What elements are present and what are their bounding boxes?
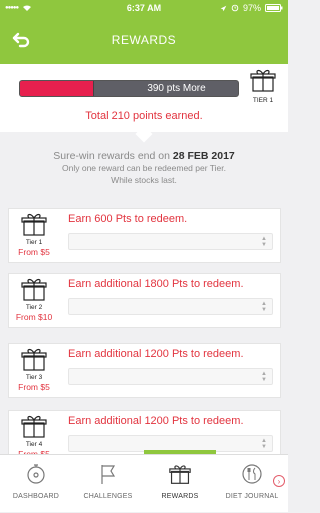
tier-price: From $5	[18, 247, 50, 257]
nav-more-arrow-icon[interactable]: ›	[273, 475, 285, 487]
location-icon	[220, 5, 227, 11]
nav-dashboard[interactable]: DASHBOARD	[0, 455, 72, 513]
stock-note: While stocks last.	[111, 175, 177, 185]
redeem-rule: Only one reward can be redeemed per Tier…	[62, 163, 226, 173]
rewards-info: Sure-win rewards end on 28 FEB 2017 Only…	[0, 144, 288, 186]
tier-icon: Tier 3	[9, 344, 59, 382]
nav-label: DIET JOURNAL	[225, 493, 279, 500]
diet-icon	[242, 464, 262, 484]
signal-icon: ●●●●●	[5, 5, 19, 11]
select-arrows-icon: ▲ ▼	[261, 438, 267, 450]
wifi-icon	[23, 5, 32, 11]
tier-label: Tier 1	[25, 239, 43, 246]
gift-icon	[250, 69, 276, 92]
dashboard-icon	[27, 464, 45, 484]
nav-label: DASHBOARD	[12, 493, 60, 500]
points-progress-bar: 390 pts More	[19, 80, 239, 97]
gift-icon	[169, 465, 191, 484]
status-bar: ●●●●● 6:37 AM 97%	[0, 0, 288, 16]
progress-section: 390 pts More TIER 1 Total 210 points ear…	[0, 64, 288, 132]
gift-icon	[21, 348, 47, 371]
tier-earn-text: Earn additional 1200 Pts to redeem.	[68, 348, 244, 360]
gift-icon	[21, 213, 47, 236]
tier-icon: Tier 4	[9, 411, 59, 449]
end-date-prefix: Sure-win rewards end on	[53, 150, 170, 162]
nav-challenges[interactable]: CHALLENGES	[72, 455, 144, 513]
progress-label: 390 pts More	[147, 83, 206, 94]
tier-card-3[interactable]: Tier 3 From $5 Earn additional 1200 Pts …	[8, 343, 281, 398]
battery-percent: 97%	[242, 3, 261, 13]
tier-reward-select[interactable]: ▲ ▼	[68, 298, 273, 315]
total-points-text: Total 210 points earned.	[85, 110, 203, 122]
tier-reward-select[interactable]: ▲ ▼	[68, 233, 273, 250]
nav-label: REWARDS	[161, 493, 199, 500]
tier-icon: Tier 1	[9, 209, 59, 247]
tier-earn-text: Earn additional 1800 Pts to redeem.	[68, 278, 244, 290]
tier-earn-text: Earn 600 Pts to redeem.	[68, 213, 188, 225]
tier-card-2[interactable]: Tier 2 From $10 Earn additional 1800 Pts…	[8, 273, 281, 328]
tier-price: From $5	[18, 382, 50, 392]
tier-earn-text: Earn additional 1200 Pts to redeem.	[68, 415, 244, 427]
gift-icon	[21, 415, 47, 438]
end-date: 28 FEB 2017	[172, 150, 235, 162]
tier-label: Tier 4	[25, 441, 43, 448]
tier-price: From $10	[15, 312, 53, 322]
next-tier-label: TIER 1	[252, 97, 274, 104]
alarm-icon	[231, 4, 239, 12]
end-date-line: Sure-win rewards end on 28 FEB 2017	[0, 150, 288, 162]
bottom-nav: DASHBOARD CHALLENGES REWARDS DIET JOURNA…	[0, 454, 288, 512]
select-arrows-icon: ▲ ▼	[261, 301, 267, 313]
nav-label: CHALLENGES	[83, 493, 133, 500]
next-tier-gift: TIER 1	[248, 68, 278, 104]
back-button[interactable]	[10, 28, 34, 52]
tier-icon: Tier 2	[9, 274, 59, 312]
tier-reward-select[interactable]: ▲ ▼	[68, 368, 273, 385]
select-arrows-icon: ▲ ▼	[261, 371, 267, 383]
select-arrows-icon: ▲ ▼	[261, 236, 267, 248]
flag-icon	[101, 465, 116, 484]
tier-card-1[interactable]: Tier 1 From $5 Earn 600 Pts to redeem. ▲…	[8, 208, 281, 263]
tier-label: Tier 2	[25, 304, 43, 311]
app-header: REWARDS	[0, 16, 288, 64]
tier-label: Tier 3	[25, 374, 43, 381]
progress-fill	[20, 81, 95, 96]
battery-icon	[265, 4, 283, 12]
back-arrow-icon	[12, 32, 30, 48]
page-title: REWARDS	[111, 33, 177, 47]
gift-icon	[21, 278, 47, 301]
nav-rewards[interactable]: REWARDS	[144, 455, 216, 513]
